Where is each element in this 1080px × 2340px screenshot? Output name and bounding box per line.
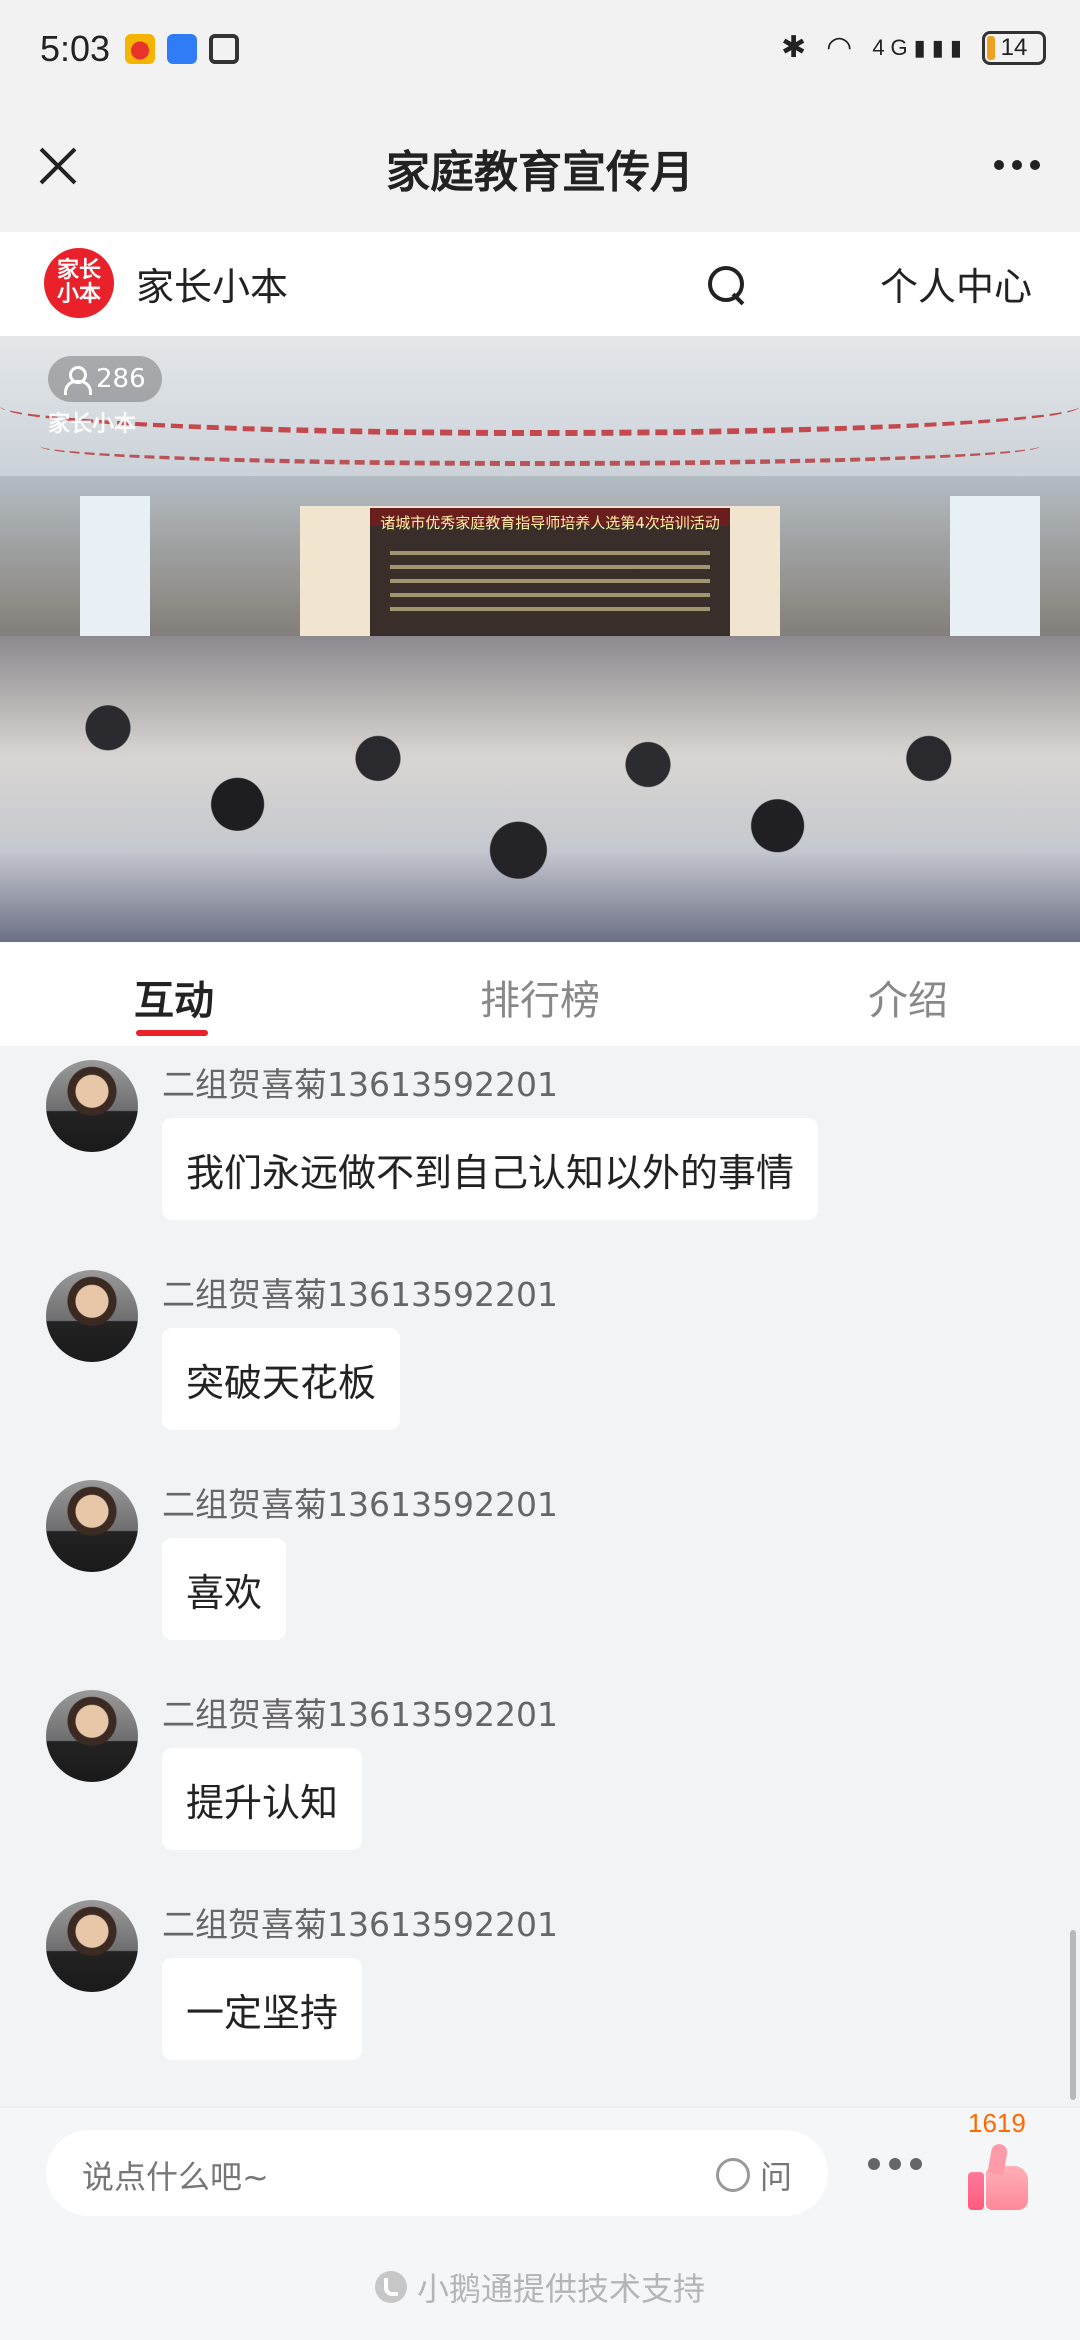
- comment-bubble: 一定坚持: [162, 1958, 363, 2060]
- page-title: 家庭教育宣传月: [386, 147, 694, 198]
- comment-item: 二组贺喜菊13613592201 提升认知: [0, 1676, 1080, 1886]
- tab-interaction[interactable]: 互动: [134, 968, 214, 1026]
- comment-input-placeholder: 说点什么吧~: [82, 2158, 269, 2196]
- like-count: 1619: [968, 2108, 1026, 2138]
- comment-item: 二组贺喜菊13613592201 一定坚持: [0, 1886, 1080, 2096]
- viewer-count: 286: [96, 364, 146, 394]
- search-icon[interactable]: [702, 260, 750, 308]
- comment-item: 二组贺喜菊13613592201 我们永远做不到自己认知以外的事情: [0, 1046, 1080, 1256]
- personal-center-link[interactable]: 个人中心: [880, 256, 1032, 311]
- battery-icon: 14: [982, 30, 1046, 65]
- more-options-icon[interactable]: [982, 140, 1052, 190]
- live-video-player[interactable]: 诸城市优秀家庭教育指导师培养人选第4次培训活动 286 家长小本: [0, 336, 1080, 942]
- comment-author: 二组贺喜菊13613592201: [162, 1905, 558, 1944]
- comment-input[interactable]: 说点什么吧~ 问: [46, 2130, 828, 2216]
- viewers-icon: [62, 366, 92, 395]
- comment-item: 二组贺喜菊13613592201 突破天花板: [0, 1256, 1080, 1466]
- audience: [0, 636, 1080, 942]
- avatar[interactable]: [46, 1900, 138, 1992]
- powered-by-text: 小鹅通提供技术支持: [416, 2270, 705, 2308]
- bluetooth-icon: ✱: [780, 30, 813, 65]
- bottom-input-bar: 说点什么吧~ 问 1619 小鹅通提供技术支持: [0, 2106, 1080, 2340]
- brand-logo[interactable]: 家长小本: [44, 248, 114, 318]
- avatar[interactable]: [46, 1060, 138, 1152]
- comment-list[interactable]: 二组贺喜菊13613592201 我们永远做不到自己认知以外的事情 二组贺喜菊1…: [0, 1046, 1080, 2106]
- weibo-icon: [125, 34, 155, 64]
- radio-circle-icon: [715, 2158, 750, 2192]
- video-watermark: 家长小本: [48, 412, 137, 437]
- alarm-icon: [209, 34, 239, 64]
- scrollbar[interactable]: [1070, 1930, 1076, 2100]
- avatar[interactable]: [46, 1690, 138, 1782]
- system-indicators: ✱ ◠ 4G▮▮▮ 14: [781, 30, 1046, 65]
- status-bar: 5:03 ✱ ◠ 4G▮▮▮ 14: [0, 0, 1080, 100]
- brand-name[interactable]: 家长小本: [136, 256, 288, 311]
- comment-author: 二组贺喜菊13613592201: [162, 1485, 558, 1524]
- status-time: 5:03: [40, 28, 111, 69]
- comment-bubble: 我们永远做不到自己认知以外的事情: [162, 1118, 819, 1220]
- viewer-count-badge: 286: [48, 356, 162, 402]
- notification-icons: [125, 34, 239, 64]
- more-actions-icon[interactable]: [868, 2158, 922, 2170]
- network-type: 4G: [872, 34, 914, 60]
- comment-bubble: 喜欢: [162, 1538, 287, 1640]
- comment-author: 二组贺喜菊13613592201: [162, 1065, 558, 1104]
- active-tab-indicator: [136, 1030, 208, 1036]
- comment-bubble: 提升认知: [162, 1748, 363, 1850]
- ask-label: 问: [759, 2158, 792, 2196]
- xiaoetong-logo-icon: [374, 2271, 407, 2303]
- comment-author: 二组贺喜菊13613592201: [162, 1695, 558, 1734]
- avatar[interactable]: [46, 1480, 138, 1572]
- shield-icon: [167, 34, 197, 64]
- powered-by: 小鹅通提供技术支持: [0, 2264, 1080, 2310]
- signal-icon: 4G▮▮▮: [872, 34, 968, 60]
- comment-bubble: 突破天花板: [162, 1328, 401, 1430]
- wifi-icon: ◠: [826, 30, 859, 65]
- brand-header: 家长小本 家长小本 个人中心: [0, 232, 1080, 336]
- battery-level: 14: [1000, 33, 1028, 61]
- title-bar: 家庭教育宣传月: [0, 100, 1080, 232]
- tab-leaderboard[interactable]: 排行榜: [480, 968, 600, 1026]
- avatar[interactable]: [46, 1270, 138, 1362]
- thumbs-up-icon[interactable]: [964, 2142, 1032, 2214]
- tab-bar: 互动 排行榜 介绍: [0, 942, 1080, 1046]
- tab-introduction[interactable]: 介绍: [868, 968, 948, 1026]
- comment-author: 二组贺喜菊13613592201: [162, 1275, 558, 1314]
- stage-banner: 诸城市优秀家庭教育指导师培养人选第4次培训活动: [380, 514, 720, 532]
- comment-item: 二组贺喜菊13613592201 喜欢: [0, 1466, 1080, 1676]
- ask-question-toggle[interactable]: 问: [715, 2152, 792, 2198]
